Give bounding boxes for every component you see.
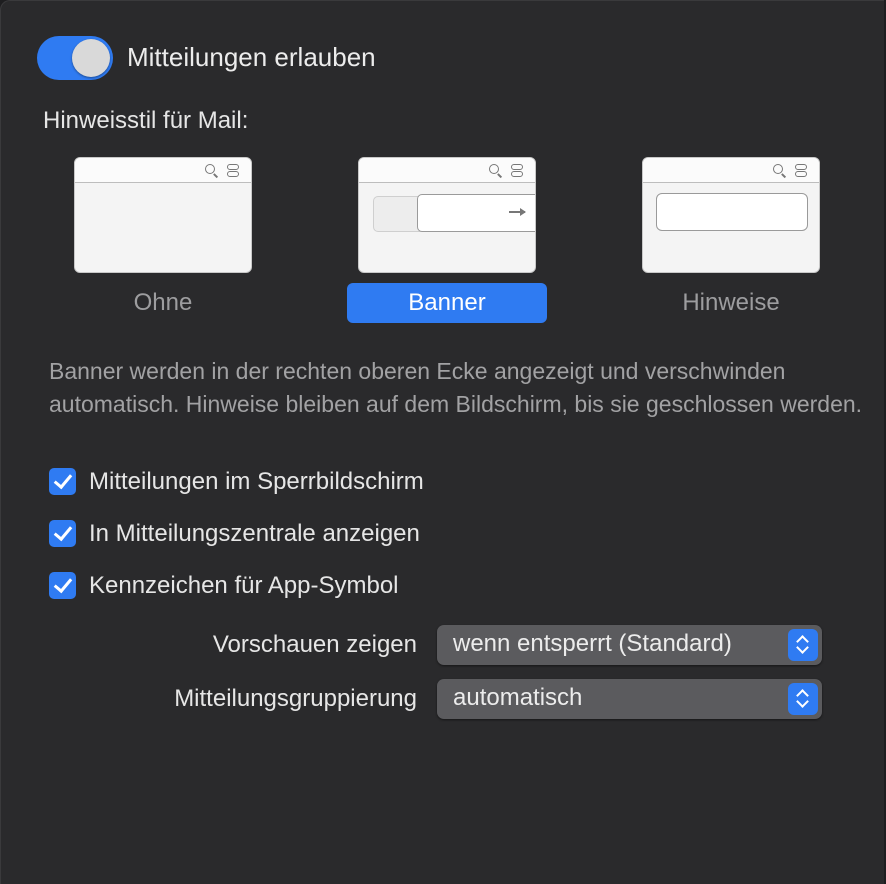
show-previews-label: Vorschauen zeigen bbox=[212, 631, 417, 658]
arrow-right-icon bbox=[509, 208, 526, 215]
alert-style-none-label[interactable]: Ohne bbox=[63, 283, 263, 323]
checkbox-checked-icon[interactable] bbox=[49, 468, 76, 495]
allow-notifications-label: Mitteilungen erlauben bbox=[127, 42, 376, 72]
alert-style-alerts-preview[interactable] bbox=[642, 157, 820, 273]
show-previews-select[interactable]: wenn entsperrt (Standard) bbox=[437, 625, 822, 665]
search-icon bbox=[489, 164, 499, 174]
select-value: automatisch bbox=[453, 684, 583, 711]
select-value: wenn entsperrt (Standard) bbox=[453, 630, 732, 657]
checkbox-checked-icon[interactable] bbox=[49, 572, 76, 599]
chevron-up-down-icon bbox=[788, 683, 818, 715]
alert-style-banner-preview[interactable] bbox=[358, 157, 536, 273]
window-titlebar bbox=[359, 158, 535, 183]
control-center-icon bbox=[511, 164, 523, 177]
alert-style-none-preview[interactable] bbox=[74, 157, 252, 273]
checkbox-checked-icon[interactable] bbox=[49, 520, 76, 547]
checkbox-label: In Mitteilungszentrale anzeigen bbox=[89, 520, 420, 547]
notification-grouping-label: Mitteilungsgruppierung bbox=[174, 685, 417, 712]
search-icon bbox=[205, 164, 215, 174]
alert-style-heading: Hinweisstil für Mail: bbox=[43, 107, 249, 134]
alert-style-description: Banner werden in der rechten oberen Ecke… bbox=[49, 358, 863, 417]
chevron-up-down-icon bbox=[788, 629, 818, 661]
checkbox-label: Kennzeichen für App-Symbol bbox=[89, 572, 399, 599]
banner-shape bbox=[417, 194, 535, 232]
alert-style-alerts-label[interactable]: Hinweise bbox=[631, 283, 831, 323]
control-center-icon bbox=[227, 164, 239, 177]
checkbox-label: Mitteilungen im Sperrbildschirm bbox=[89, 468, 424, 495]
window-titlebar bbox=[75, 158, 251, 183]
window-titlebar bbox=[643, 158, 819, 183]
notification-grouping-select[interactable]: automatisch bbox=[437, 679, 822, 719]
search-icon bbox=[773, 164, 783, 174]
notification-settings-panel: Mitteilungen erlauben Hinweisstil für Ma… bbox=[0, 0, 884, 884]
alert-style-banner-label[interactable]: Banner bbox=[347, 283, 547, 323]
toggle-knob bbox=[72, 39, 110, 77]
alert-shape bbox=[656, 193, 808, 231]
allow-notifications-toggle[interactable] bbox=[37, 36, 113, 80]
control-center-icon bbox=[795, 164, 807, 177]
